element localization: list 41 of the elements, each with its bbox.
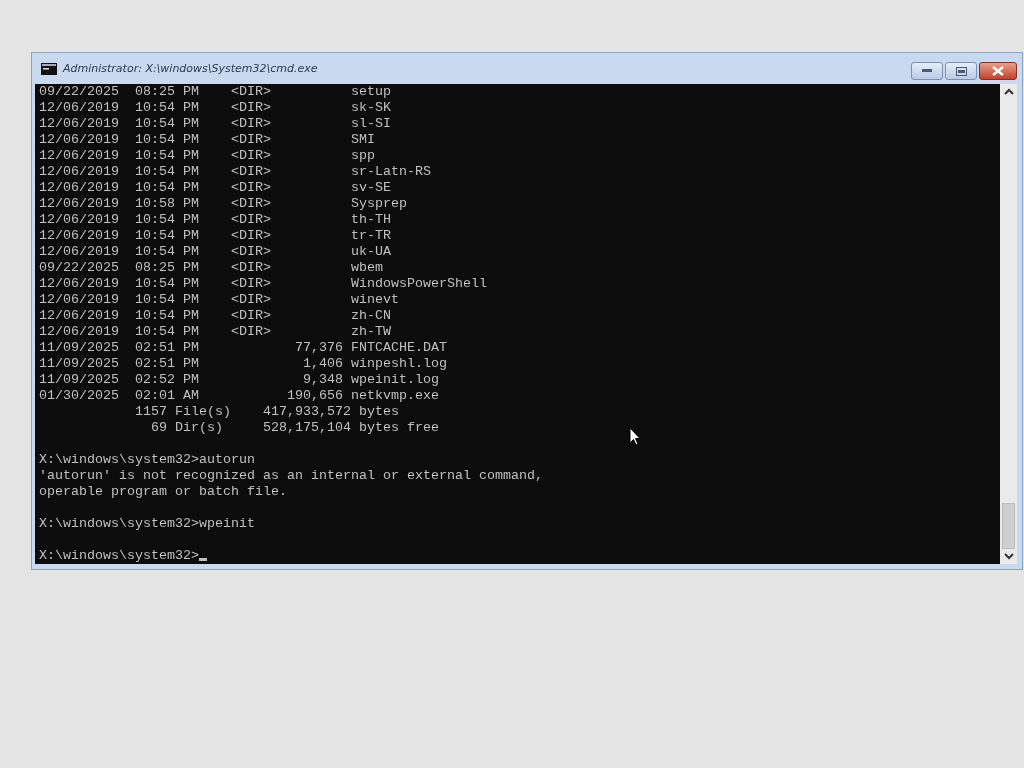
console-line: 12/06/2019 10:54 PM <DIR> zh-CN — [39, 308, 391, 323]
minimize-icon — [922, 69, 932, 73]
console-line: operable program or batch file. — [39, 484, 287, 499]
maximize-button[interactable] — [945, 62, 977, 80]
console-line: X:\windows\system32> — [39, 548, 199, 563]
console-line: 09/22/2025 08:25 PM <DIR> wbem — [39, 260, 383, 275]
scroll-down-icon[interactable] — [1003, 553, 1014, 560]
scrollbar-thumb[interactable] — [1002, 503, 1015, 549]
minimize-button[interactable] — [911, 62, 943, 80]
console-line: 11/09/2025 02:51 PM 77,376 FNTCACHE.DAT — [39, 340, 447, 355]
close-button[interactable] — [979, 62, 1017, 80]
window-title: Administrator: X:\windows\System32\cmd.exe — [63, 62, 318, 75]
console-line: X:\windows\system32>autorun — [39, 452, 255, 467]
scrollbar[interactable] — [1000, 84, 1017, 564]
console-line: 12/06/2019 10:54 PM <DIR> winevt — [39, 292, 399, 307]
mouse-pointer-icon — [629, 427, 641, 446]
console-line: 'autorun' is not recognized as an internal or external command, — [39, 468, 543, 483]
console-line: 1157 File(s) 417,933,572 bytes — [133, 404, 399, 419]
console-line: 12/06/2019 10:58 PM <DIR> Sysprep — [39, 196, 407, 211]
console-line: 12/06/2019 10:54 PM <DIR> tr-TR — [39, 228, 391, 243]
console-line: 12/06/2019 10:54 PM <DIR> th-TH — [39, 212, 391, 227]
console-line: 12/06/2019 10:54 PM <DIR> uk-UA — [39, 244, 391, 259]
console-line: 69 Dir(s) 528,175,104 bytes free — [149, 420, 439, 435]
console-icon — [41, 62, 57, 75]
console-line: 12/06/2019 10:54 PM <DIR> SMI — [39, 132, 375, 147]
maximize-icon — [955, 66, 967, 76]
console-line: 12/06/2019 10:54 PM <DIR> sv-SE — [39, 180, 391, 195]
close-icon — [992, 66, 1004, 76]
console-line: 11/09/2025 02:51 PM 1,406 winpeshl.log — [39, 356, 447, 371]
console-line: 12/06/2019 10:54 PM <DIR> sr-Latn-RS — [39, 164, 431, 179]
console-line: 01/30/2025 02:01 AM 190,656 netkvmp.exe — [39, 388, 439, 403]
console-line: 12/06/2019 10:54 PM <DIR> WindowsPowerShell — [39, 276, 487, 291]
console-line: 11/09/2025 02:52 PM 9,348 wpeinit.log — [39, 372, 439, 387]
console-line: 12/06/2019 10:54 PM <DIR> zh-TW — [39, 324, 391, 339]
console-line: 12/06/2019 10:54 PM <DIR> sk-SK — [39, 100, 391, 115]
console-line: 12/06/2019 10:54 PM <DIR> spp — [39, 148, 375, 163]
scroll-up-icon[interactable] — [1003, 88, 1014, 95]
text-cursor — [198, 558, 207, 561]
console-line: X:\windows\system32>wpeinit — [39, 516, 255, 531]
console-line: 12/06/2019 10:54 PM <DIR> sl-SI — [39, 116, 391, 131]
console-line: 09/22/2025 08:25 PM <DIR> setup — [39, 84, 391, 99]
